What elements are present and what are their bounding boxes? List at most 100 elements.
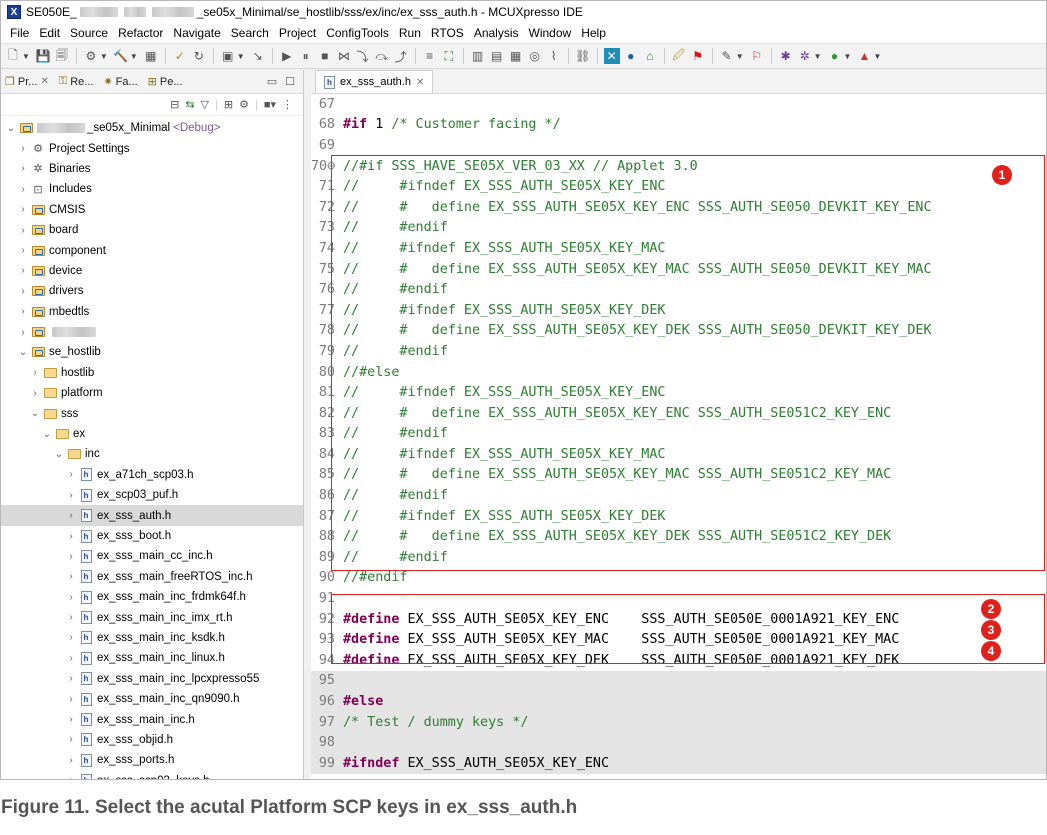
expressions-icon[interactable]: ◎ [527,48,543,64]
chevron-right-icon[interactable]: › [17,204,29,215]
save-icon[interactable]: 💾 [35,48,51,64]
tree-item[interactable]: › hostlib [1,363,303,383]
tree-item[interactable]: › ⚙ Project Settings [1,138,303,158]
new-icon[interactable]: 🗋 [5,48,21,64]
config-tools-icon[interactable]: ✕ [603,48,620,64]
dropdown-arrow-icon[interactable]: ▼ [22,52,30,61]
chevron-right-icon[interactable]: › [29,367,41,378]
editor-tab-ex-sss-auth[interactable]: h ex_sss_auth.h ✕ [315,70,434,93]
chevron-right-icon[interactable]: › [65,694,77,705]
menu-file[interactable]: File [5,26,34,40]
chevron-right-icon[interactable]: › [17,245,29,256]
tree-item[interactable]: ⌄ _se05x_Minimal <Debug> [1,118,303,138]
view-tab-0[interactable]: ❐ Pr... ✕ [5,75,49,89]
chevron-right-icon[interactable]: › [65,632,77,643]
bookmark-icon[interactable]: ⚑ [690,48,706,64]
menu-edit[interactable]: Edit [34,26,65,40]
chevron-right-icon[interactable]: › [65,490,77,501]
dropdown-arrow-icon[interactable]: ▼ [844,52,852,61]
menu-run[interactable]: Run [394,26,426,40]
code-area[interactable]: 67 68 #if 1 /* Customer facing */ 69 70⊖ //#i… [311,94,1046,774]
peripheral-icon[interactable]: ⛶ [441,48,457,64]
menu-rtos[interactable]: RTOS [426,26,469,40]
settings-icon[interactable]: ⚙ [239,98,249,111]
chevron-right-icon[interactable]: › [65,592,77,603]
tree-item[interactable]: › h ex_sss_main_inc_imx_rt.h [1,607,303,627]
menu-refactor[interactable]: Refactor [113,26,168,40]
step-over-icon[interactable]: ⤼ [374,48,390,64]
tree-item[interactable]: ⌄ se_hostlib [1,342,303,362]
terminal-icon[interactable]: ▣ [220,48,236,64]
grid-icon[interactable]: ⊞ [224,98,233,111]
view-menu-icon[interactable]: ■▾ [264,98,276,111]
chevron-right-icon[interactable]: › [65,673,77,684]
dropdown-arrow-icon[interactable]: ▼ [100,52,108,61]
build-icon[interactable]: 🔨 [113,48,129,64]
chevron-right-icon[interactable]: › [17,265,29,276]
disconnect-icon[interactable]: ⋈ [336,48,352,64]
pin-icon[interactable]: 🖉 [671,48,687,64]
flag-icon[interactable]: ⚐ [749,48,765,64]
tree-item[interactable]: ›hex_sss_scp03_keys.h [1,771,303,779]
chevron-right-icon[interactable]: › [17,163,29,174]
terminate-icon[interactable]: ■ [317,48,333,64]
chevron-right-icon[interactable]: › [65,755,77,766]
tree-item[interactable]: › component [1,240,303,260]
chevron-down-icon[interactable]: ⌄ [53,449,65,460]
menu-navigate[interactable]: Navigate [168,26,225,40]
tree-item[interactable]: › platform [1,383,303,403]
chevron-down-icon[interactable]: ⌄ [41,429,53,440]
save-all-icon[interactable]: 🗐 [54,48,70,64]
dropdown-arrow-icon[interactable]: ▼ [736,52,744,61]
filter-icon[interactable]: ▽ [201,98,209,111]
chevron-right-icon[interactable]: › [65,510,77,521]
tree-item[interactable]: › h ex_sss_main_inc_qn9090.h [1,689,303,709]
tree-item[interactable]: › h ex_sss_main_inc_lpcxpresso55 [1,669,303,689]
binary-icon[interactable]: ▦ [143,48,159,64]
chevron-right-icon[interactable]: › [65,714,77,725]
view-tab-1[interactable]: ⚿ Re... [59,75,94,88]
tree-item[interactable]: › h ex_scp03_puf.h [1,485,303,505]
tree-item[interactable]: › h ex_sss_auth.h [1,505,303,526]
view-tab-2[interactable]: ✷ Fa... [103,75,137,89]
chevron-right-icon[interactable]: › [29,388,41,399]
registers-icon[interactable]: ▦ [508,48,524,64]
step-return-icon[interactable]: ⤴ [393,48,409,64]
settings-icon[interactable]: ⚙ [83,48,99,64]
home-icon[interactable]: ⌂ [642,48,658,64]
menu-source[interactable]: Source [65,26,113,40]
menu-search[interactable]: Search [226,26,274,40]
tree-item[interactable]: › h ex_sss_main_inc_ksdk.h [1,628,303,648]
tree-item[interactable]: › h ex_sss_objid.h [1,730,303,750]
debug-probe-icon[interactable]: ▥ [470,48,486,64]
link-icon[interactable]: ⛓ [575,48,591,64]
collapse-all-icon[interactable]: ⊟ [170,98,179,111]
tree-item[interactable]: › h ex_a71ch_scp03.h [1,465,303,485]
chevron-right-icon[interactable]: › [65,612,77,623]
tree-item[interactable]: ⌄ inc [1,444,303,464]
skip-breakpoints-icon[interactable]: ↘ [250,48,266,64]
step-into-icon[interactable]: ⤵ [355,48,371,64]
chevron-right-icon[interactable]: › [17,327,29,338]
menu-configtools[interactable]: ConfigTools [321,26,394,40]
menu-window[interactable]: Window [524,26,577,40]
dropdown-arrow-icon[interactable]: ▼ [873,52,881,61]
chevron-right-icon[interactable]: › [17,306,29,317]
tree-item[interactable]: › [1,322,303,342]
minimize-icon[interactable]: ▭ [267,75,277,88]
menu-project[interactable]: Project [274,26,321,40]
tree-item[interactable]: ⌄ sss [1,403,303,423]
info-icon[interactable]: ● [623,48,639,64]
chevron-right-icon[interactable]: › [65,531,77,542]
chevron-right-icon[interactable]: › [65,469,77,480]
tree-item[interactable]: › board [1,220,303,240]
reset-icon[interactable]: ↻ [191,48,207,64]
menu-help[interactable]: Help [576,26,611,40]
chevron-right-icon[interactable]: › [65,653,77,664]
tree-item[interactable]: › mbedtls [1,302,303,322]
chevron-right-icon[interactable]: › [17,184,29,195]
chevron-right-icon[interactable]: › [65,551,77,562]
analysis-icon[interactable]: ⌇ [546,48,562,64]
tree-item[interactable]: › ✲ Binaries [1,159,303,179]
chevron-down-icon[interactable]: ⌄ [17,347,29,358]
